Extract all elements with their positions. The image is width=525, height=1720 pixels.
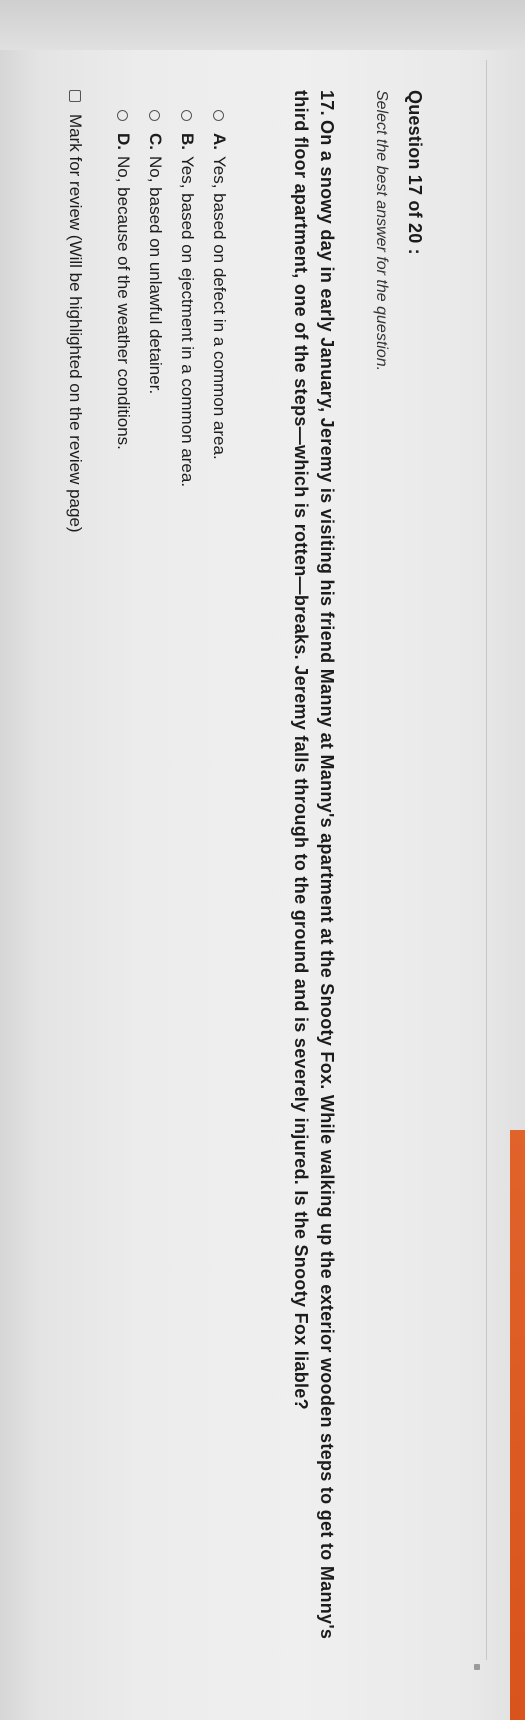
option-d[interactable]: D. No, because of the weather conditions…: [107, 110, 139, 1510]
question-header: Question 17 of 20 : Select the best answ…: [372, 90, 425, 1650]
question-text: On a snowy day in early January, Jeremy …: [291, 90, 337, 1640]
option-c[interactable]: C. No, based on unlawful detainer.: [139, 110, 171, 1510]
mark-for-review-label: Mark for review (Will be highlighted on …: [66, 114, 85, 533]
answer-options: A. Yes, based on defect in a common area…: [107, 110, 235, 1510]
option-letter: A.: [210, 133, 229, 150]
option-text: Yes, based on defect in a common area.: [210, 156, 229, 460]
question-panel: Question 17 of 20 : Select the best answ…: [0, 90, 525, 1710]
radio-icon[interactable]: [213, 110, 225, 121]
mark-for-review[interactable]: Mark for review (Will be highlighted on …: [65, 90, 85, 533]
option-text: Yes, based on ejectment in a common area…: [178, 156, 197, 488]
question-instructions: Select the best answer for the question.: [373, 90, 390, 372]
option-b[interactable]: B. Yes, based on ejectment in a common a…: [171, 110, 203, 1510]
option-letter: C.: [146, 133, 165, 150]
radio-icon[interactable]: [181, 110, 193, 121]
question-stem: 17.On a snowy day in early January, Jere…: [288, 90, 340, 1650]
option-letter: D.: [114, 133, 133, 150]
option-text: No, because of the weather conditions.: [114, 156, 133, 450]
radio-icon[interactable]: [149, 110, 161, 121]
option-text: No, based on unlawful detainer.: [146, 156, 165, 395]
screen-top-edge: [0, 0, 525, 50]
question-counter: Question 17 of 20 :: [405, 90, 425, 255]
question-number: 17.: [317, 90, 337, 116]
option-letter: B.: [178, 133, 197, 150]
radio-icon[interactable]: [117, 110, 129, 121]
option-a[interactable]: A. Yes, based on defect in a common area…: [203, 110, 235, 1510]
checkbox-icon[interactable]: [69, 90, 81, 102]
